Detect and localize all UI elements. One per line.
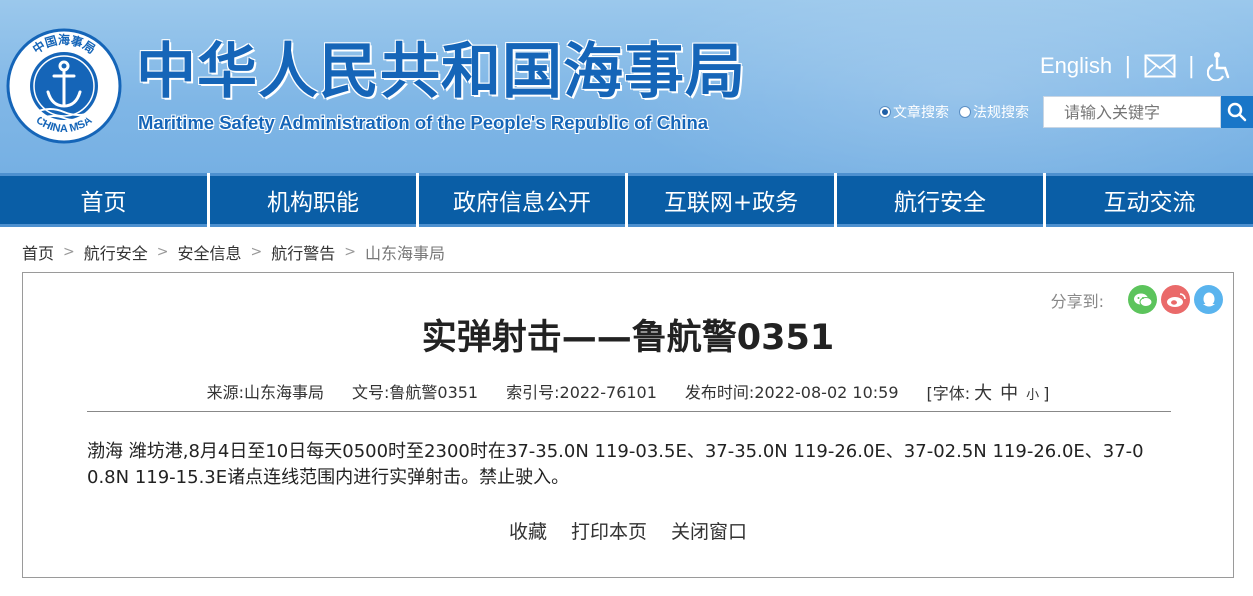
top-links: English | | <box>1040 50 1233 82</box>
breadcrumb-item[interactable]: 首页 <box>22 240 54 264</box>
search-icon <box>1227 102 1247 122</box>
meta-doc-no: 文号:鲁航警0351 <box>352 383 479 402</box>
site-header: 中国海事局 CHINA MSA 中华人民共和国海事局 Maritime Safe… <box>0 0 1253 173</box>
radio-article-label: 文章搜索 <box>893 105 949 121</box>
radio-dot[interactable] <box>959 106 971 118</box>
share-label: 分享到: <box>1050 291 1104 311</box>
breadcrumb-sep: > <box>344 244 356 260</box>
site-subtitle: Maritime Safety Administration of the Pe… <box>138 112 709 133</box>
radio-law-label: 法规搜索 <box>973 105 1029 121</box>
close-window-link[interactable]: 关闭窗口 <box>671 517 747 544</box>
nav-item-home[interactable]: 首页 <box>0 173 207 227</box>
nav-item-internet-gov[interactable]: 互联网+政务 <box>628 173 834 227</box>
nav-item-nav-safety[interactable]: 航行安全 <box>837 173 1043 227</box>
search-input[interactable] <box>1043 96 1221 128</box>
font-size-close: ] <box>1043 384 1050 403</box>
radio-dot-selected[interactable] <box>879 106 891 118</box>
breadcrumb: 首页 > 航行安全 > 安全信息 > 航行警告 > 山东海事局 <box>22 240 445 264</box>
font-size-label: [字体: <box>926 384 971 403</box>
article-panel: 分享到: 实弹射击——鲁航警0351 来源:山东海事局 文号:鲁航警0351 索… <box>22 272 1234 578</box>
favorite-link[interactable]: 收藏 <box>509 517 547 544</box>
accessibility-icon[interactable] <box>1207 51 1233 81</box>
article-title: 实弹射击——鲁航警0351 <box>421 318 835 358</box>
separator: | <box>1124 53 1132 79</box>
breadcrumb-sep: > <box>250 244 263 260</box>
breadcrumb-item[interactable]: 航行安全 <box>84 240 148 264</box>
english-link[interactable]: English <box>1040 53 1112 79</box>
article-actions: 收藏 打印本页 关闭窗口 <box>23 517 1233 544</box>
radio-law-search[interactable]: 法规搜索 <box>959 102 1029 122</box>
radio-article-search[interactable]: 文章搜索 <box>879 102 949 122</box>
print-link[interactable]: 打印本页 <box>571 517 647 544</box>
main-nav: 首页 机构职能 政府信息公开 互联网+政务 航行安全 互动交流 <box>0 173 1253 227</box>
nav-item-interaction[interactable]: 互动交流 <box>1046 173 1253 227</box>
article-meta: 来源:山东海事局 文号:鲁航警0351 索引号:2022-76101 发布时间:… <box>23 379 1233 405</box>
font-size-small[interactable]: 小 <box>1026 388 1039 403</box>
site-title[interactable]: 中华人民共和国海事局 <box>136 38 746 106</box>
breadcrumb-item[interactable]: 航行警告 <box>271 240 335 264</box>
mail-icon[interactable] <box>1144 54 1176 78</box>
breadcrumb-item-current[interactable]: 山东海事局 <box>365 240 445 264</box>
msa-emblem-icon[interactable]: 中国海事局 CHINA MSA <box>6 28 122 144</box>
breadcrumb-item[interactable]: 安全信息 <box>178 240 242 264</box>
nav-item-functions[interactable]: 机构职能 <box>210 173 416 227</box>
font-size-switcher: [字体: 大中小] <box>927 379 1050 405</box>
article-body: 渤海 潍坊港,8月4日至10日每天0500时至2300时在37-35.0N 11… <box>87 441 1144 488</box>
font-size-large[interactable]: 大 <box>974 383 992 404</box>
meta-publish-time: 发布时间:2022-08-02 10:59 <box>684 383 899 402</box>
breadcrumb-sep: > <box>63 244 75 260</box>
page: 中国海事局 CHINA MSA 中华人民共和国海事局 Maritime Safe… <box>0 0 1253 596</box>
font-size-medium[interactable]: 中 <box>1000 383 1018 404</box>
meta-source: 来源:山东海事局 <box>206 383 324 402</box>
meta-index-no: 索引号:2022-76101 <box>506 383 657 402</box>
search-button[interactable] <box>1221 96 1253 128</box>
search-area: 文章搜索 法规搜索 <box>879 96 1253 128</box>
divider <box>87 411 1171 412</box>
nav-item-gov-info[interactable]: 政府信息公开 <box>419 173 625 227</box>
separator: | <box>1187 53 1195 79</box>
breadcrumb-sep: > <box>156 244 169 260</box>
